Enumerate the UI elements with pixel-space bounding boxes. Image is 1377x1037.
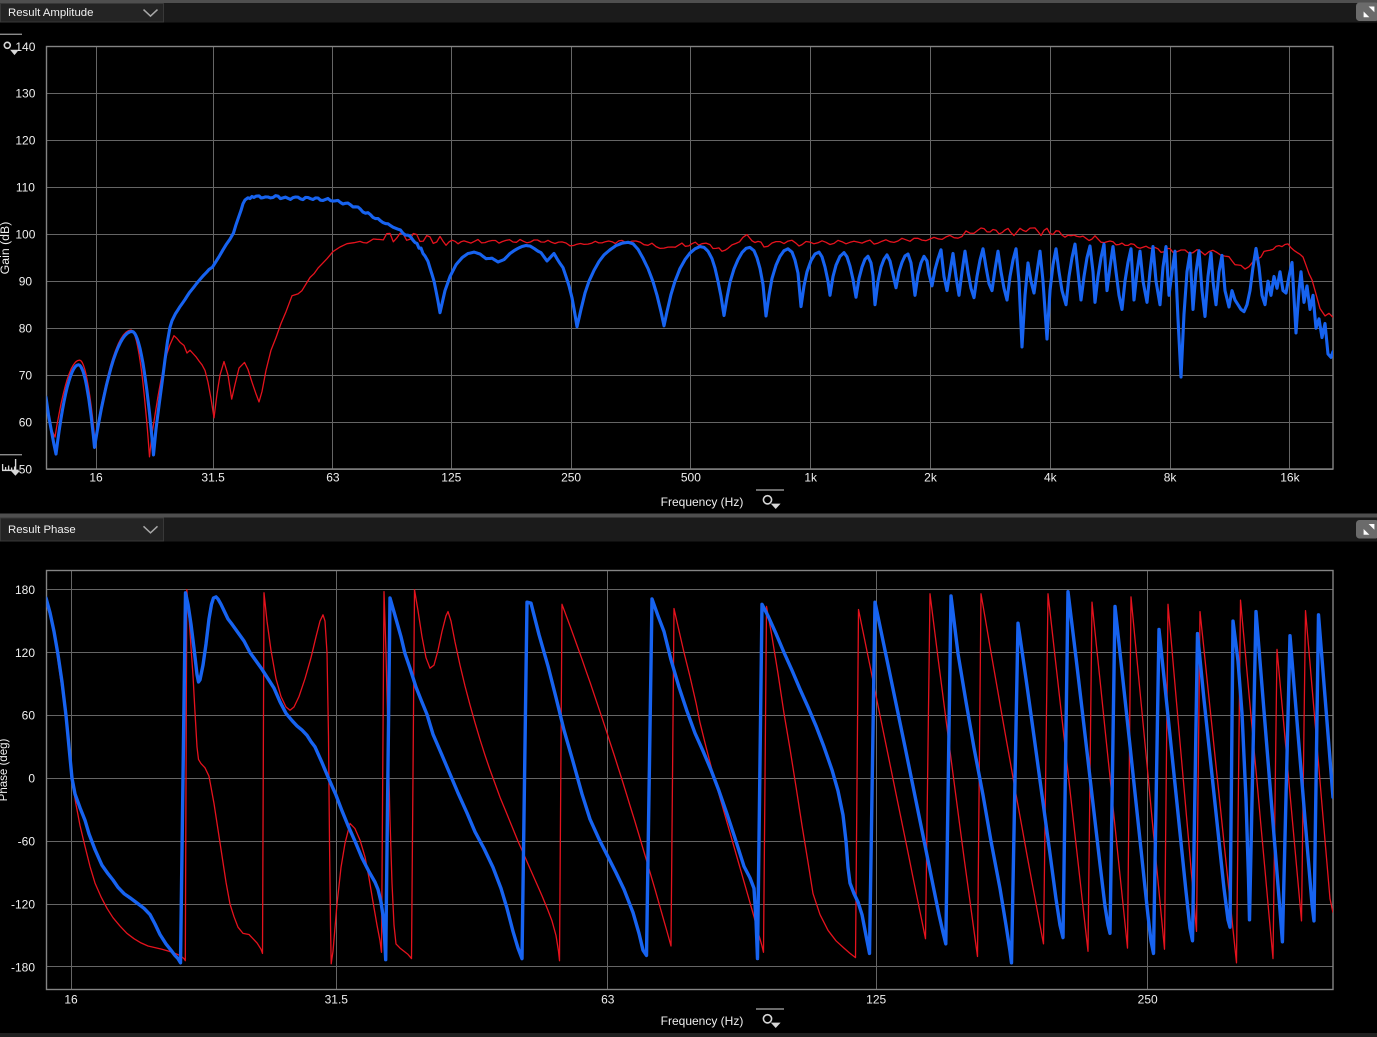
svg-text:Result Amplitude: Result Amplitude: [8, 7, 93, 19]
svg-text:0: 0: [28, 772, 35, 786]
svg-text:130: 130: [15, 87, 35, 101]
svg-text:63: 63: [326, 471, 340, 485]
svg-text:8k: 8k: [1164, 471, 1178, 485]
svg-text:120: 120: [15, 134, 35, 148]
svg-text:120: 120: [15, 646, 35, 660]
svg-text:180: 180: [15, 583, 35, 597]
svg-text:500: 500: [681, 471, 701, 485]
svg-text:60: 60: [22, 709, 36, 723]
svg-text:-120: -120: [11, 897, 35, 911]
svg-text:100: 100: [15, 228, 35, 242]
svg-text:70: 70: [19, 368, 33, 382]
svg-text:125: 125: [441, 471, 461, 485]
svg-text:16k: 16k: [1280, 471, 1300, 485]
svg-text:Phase (deg): Phase (deg): [0, 739, 10, 802]
svg-text:Result Phase: Result Phase: [8, 524, 76, 536]
svg-text:60: 60: [19, 415, 33, 429]
svg-text:2k: 2k: [924, 471, 938, 485]
svg-text:-180: -180: [11, 960, 35, 974]
svg-text:110: 110: [16, 181, 35, 195]
svg-text:50: 50: [19, 462, 33, 476]
svg-text:Frequency (Hz): Frequency (Hz): [661, 1014, 744, 1028]
svg-text:80: 80: [19, 322, 33, 336]
svg-text:Frequency (Hz): Frequency (Hz): [661, 495, 744, 509]
svg-text:-60: -60: [18, 835, 36, 849]
svg-text:31.5: 31.5: [325, 993, 349, 1007]
svg-text:250: 250: [561, 471, 581, 485]
svg-text:250: 250: [1138, 993, 1158, 1007]
svg-text:16: 16: [64, 993, 78, 1007]
svg-text:Gain (dB): Gain (dB): [0, 222, 12, 275]
svg-text:140: 140: [15, 40, 35, 54]
svg-text:4k: 4k: [1044, 471, 1058, 485]
svg-text:125: 125: [866, 993, 886, 1007]
svg-text:1k: 1k: [804, 471, 818, 485]
svg-text:31.5: 31.5: [201, 471, 225, 485]
svg-text:16: 16: [89, 471, 103, 485]
svg-text:90: 90: [19, 275, 33, 289]
svg-text:63: 63: [601, 993, 615, 1007]
